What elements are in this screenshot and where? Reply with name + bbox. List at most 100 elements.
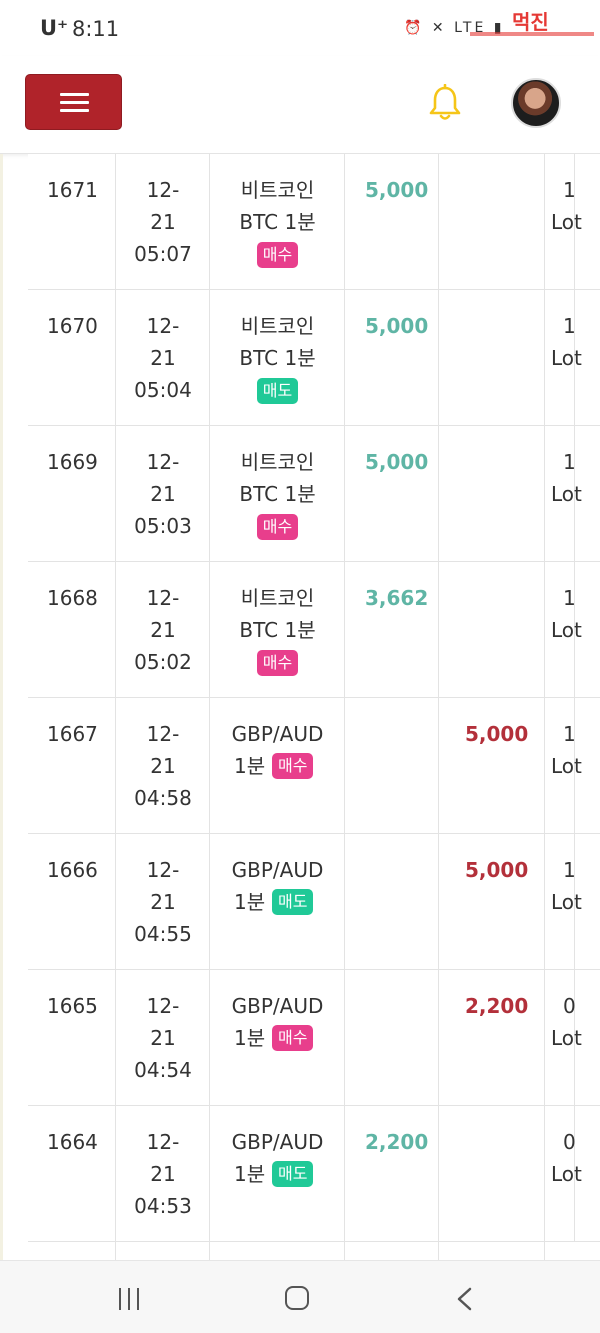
lot-count: 1 [563,314,576,338]
time-cell: 12- 21 05:07 [116,154,210,290]
buy-cell [345,970,439,1106]
id-cell: 1664 [28,1106,116,1242]
trade-time: 04:55 [134,922,192,946]
trade-date-line1: 12- [146,1130,180,1154]
lot-unit: Lot [551,1026,582,1050]
left-rail [0,154,3,1260]
item-symbol: 1분 [234,1026,266,1050]
item-cell: GBP/AUD 1분 매도 [210,834,345,970]
trade-table: 1671 12- 21 05:07 비트코인 BTC 1분 매수 5,000 1… [28,154,600,1260]
trade-id: 1668 [47,586,98,610]
item-cell: GBP/AUD 1분 매수 [210,698,345,834]
home-icon[interactable] [285,1286,309,1310]
item-name: 비트코인 [240,178,315,202]
lot-unit: Lot [551,1162,582,1186]
id-cell: 1667 [28,698,116,834]
item-name: GBP/AUD [231,722,324,746]
table-row[interactable]: 1668 12- 21 05:02 비트코인 BTC 1분 매수 3,662 1… [28,562,600,698]
buy-cell: 5,000 [345,290,439,426]
item-symbol: 1분 [234,754,266,778]
table-row[interactable]: 1666 12- 21 04:55 GBP/AUD 1분 매도 5,000 1 … [28,834,600,970]
id-cell: 1670 [28,290,116,426]
recent-apps-icon[interactable] [117,1288,141,1310]
trade-id: 1664 [47,1130,98,1154]
side-badge: 매수 [256,242,299,268]
trade-date-line2: 21 [150,1162,176,1186]
item-name: GBP/AUD [231,858,324,882]
item-symbol: BTC 1분 [239,346,316,370]
sell-cell [439,1106,545,1242]
lot-cell: 0 Lot [545,1106,582,1242]
trade-date-line2: 21 [150,890,176,914]
sell-cell: 5,000 [439,834,545,970]
trade-id: 1665 [47,994,98,1018]
table-row[interactable]: 1670 12- 21 05:04 비트코인 BTC 1분 매도 5,000 1… [28,290,600,426]
id-cell: 1671 [28,154,116,290]
hamburger-icon-line [60,109,89,112]
item-name: GBP/AUD [231,1130,324,1154]
buy-cell: 5,000 [345,426,439,562]
lot-cell: 0 Lot [545,970,582,1106]
user-avatar[interactable] [511,78,561,128]
lot-count: 0 [563,1130,576,1154]
trade-date-line1: 12- [146,450,180,474]
trade-id: 1669 [47,450,98,474]
buy-amount: 5,000 [365,450,429,474]
lot-cell: 1 Lot [545,698,582,834]
trade-time: 04:54 [134,1058,192,1082]
buy-amount: 3,662 [365,586,429,610]
buy-cell [345,834,439,970]
time-cell: 12- 21 05:04 [116,290,210,426]
lot-unit: Lot [551,890,582,914]
id-cell [28,1242,116,1260]
id-cell: 1669 [28,426,116,562]
trade-time: 05:07 [134,242,192,266]
time-cell: 12- 21 04:55 [116,834,210,970]
trade-date-line1: 12- [146,314,180,338]
sell-cell [439,562,545,698]
sell-cell [439,426,545,562]
lot-unit: Lot [551,346,582,370]
clock: 8:11 [72,17,120,41]
buy-amount: 5,000 [365,314,429,338]
bell-icon[interactable] [428,84,462,122]
buy-amount: 5,000 [365,178,429,202]
table-row[interactable]: 1669 12- 21 05:03 비트코인 BTC 1분 매수 5,000 1… [28,426,600,562]
lot-count: 1 [563,858,576,882]
sell-cell [439,290,545,426]
trade-time: 04:53 [134,1194,192,1218]
trade-date-line2: 21 [150,482,176,506]
lot-cell: 1 Lot [545,562,582,698]
lot-count: 1 [563,586,576,610]
trade-time: 05:03 [134,514,192,538]
sell-cell [439,154,545,290]
trade-id: 1666 [47,858,98,882]
lot-cell: 1 Lot [545,426,582,562]
table-row[interactable]: 1671 12- 21 05:07 비트코인 BTC 1분 매수 5,000 1… [28,154,600,290]
buy-cell [345,1242,439,1260]
lot-cell: 1 Lot [545,154,582,290]
sell-cell [439,1242,545,1260]
table-row[interactable]: 1665 12- 21 04:54 GBP/AUD 1분 매수 2,200 0 … [28,970,600,1106]
buy-cell: 2,200 [345,1106,439,1242]
trade-id: 1671 [47,178,98,202]
item-cell: 비트코인 BTC 1분 매도 [210,290,345,426]
side-badge: 매수 [256,650,299,676]
system-nav-bar [0,1260,600,1333]
table-row[interactable]: 1664 12- 21 04:53 GBP/AUD 1분 매도 2,200 0 … [28,1106,600,1242]
trade-date-line2: 21 [150,210,176,234]
side-badge: 매수 [256,514,299,540]
menu-button[interactable] [25,74,122,130]
item-symbol: BTC 1분 [239,482,316,506]
watermark-bar [470,32,594,36]
table-row[interactable]: 1667 12- 21 04:58 GBP/AUD 1분 매수 5,000 1 … [28,698,600,834]
sell-amount: 5,000 [465,722,529,746]
time-cell: 12- 21 04:58 [116,698,210,834]
item-name: GBP/AUD [231,994,324,1018]
item-symbol: 1분 [234,1162,266,1186]
time-cell [116,1242,210,1260]
id-cell: 1668 [28,562,116,698]
item-name: 비트코인 [240,586,315,610]
trade-date-line1: 12- [146,858,180,882]
back-icon[interactable] [455,1287,475,1311]
